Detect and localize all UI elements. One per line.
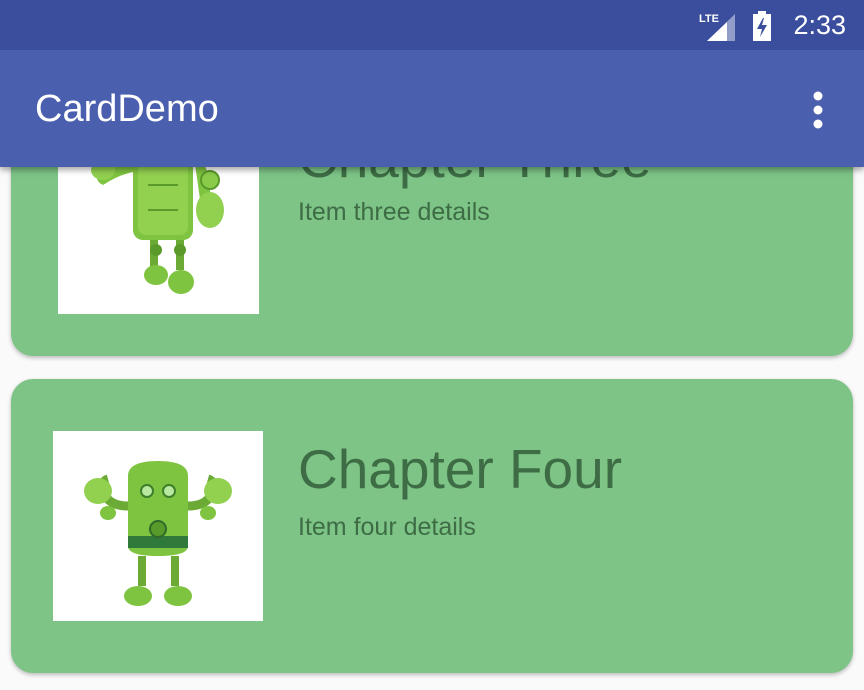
- battery-charging-icon: [751, 11, 773, 46]
- card-chapter-four[interactable]: Chapter Four Item four details: [11, 379, 853, 673]
- android-robot-flexing-image: [53, 431, 263, 621]
- network-label: LTE: [699, 13, 719, 25]
- card-detail: Item four details: [298, 513, 476, 541]
- card-title: Chapter Four: [298, 438, 623, 500]
- app-bar: CardDemo: [0, 50, 864, 167]
- app-title: CardDemo: [35, 88, 219, 130]
- status-time: 2:33: [793, 10, 846, 40]
- more-vert-icon[interactable]: [802, 90, 834, 130]
- card-detail: Item three details: [298, 198, 490, 226]
- lte-signal-icon: LTE: [699, 12, 737, 47]
- status-bar: LTE 2:33: [0, 0, 864, 50]
